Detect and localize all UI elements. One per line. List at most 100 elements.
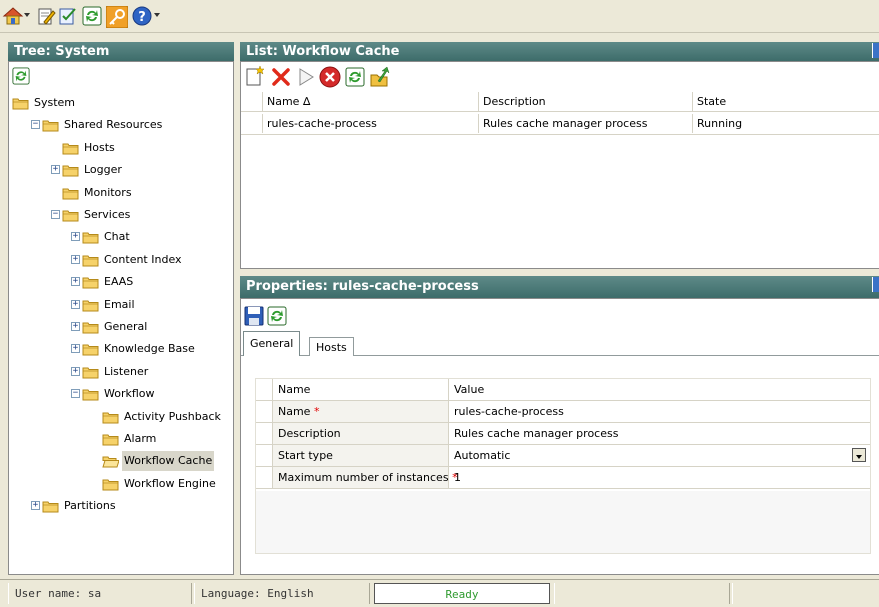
folder-icon: [102, 478, 119, 491]
tree-item[interactable]: + Partitions: [9, 496, 233, 516]
tree-item[interactable]: + Logger: [9, 160, 233, 180]
required-marker: *: [313, 405, 320, 418]
tree-expander-icon[interactable]: +: [71, 299, 80, 309]
property-value[interactable]: Automatic: [448, 445, 870, 466]
list-refresh-icon[interactable]: [345, 67, 365, 87]
properties-panel-title: Properties: rules-cache-process: [246, 279, 479, 294]
property-row[interactable]: Description Rules cache manager process: [256, 423, 870, 445]
property-name-text: Maximum number of instances: [278, 471, 449, 484]
prop-header-value: Value: [448, 379, 870, 400]
tree-expander-icon[interactable]: +: [71, 254, 80, 264]
property-row[interactable]: Start type Automatic: [256, 445, 870, 467]
tree-item-label: Workflow Cache: [122, 451, 215, 472]
export-icon[interactable]: [369, 66, 391, 88]
stop-icon[interactable]: [319, 66, 341, 88]
tree-expander-icon[interactable]: +: [71, 344, 80, 354]
row-selector[interactable]: [241, 114, 262, 133]
prop-row-selector[interactable]: [256, 445, 272, 466]
tree-item[interactable]: System: [9, 93, 233, 113]
checklist-icon[interactable]: [58, 6, 78, 26]
tree-item[interactable]: − Workflow: [9, 384, 233, 404]
folder-icon: [82, 321, 99, 334]
list-panel: Name ∆ Description State rules-cache-pro…: [240, 61, 879, 269]
tree-item-label: Monitors: [84, 185, 132, 199]
tree-item[interactable]: + Listener: [9, 362, 233, 382]
tree-expander-icon[interactable]: −: [31, 120, 40, 130]
svg-text:?: ?: [138, 10, 146, 25]
column-header-description[interactable]: Description: [478, 92, 692, 111]
status-cell-empty-2: [732, 583, 879, 604]
home-icon[interactable]: [2, 6, 24, 26]
property-name-text: Description: [278, 427, 341, 440]
tree-expander-icon[interactable]: +: [71, 232, 80, 242]
new-item-icon[interactable]: [245, 65, 265, 87]
tree-panel-header: Tree: System: [8, 42, 234, 61]
column-header-name[interactable]: Name ∆: [262, 92, 478, 111]
list-panel-resize-icon[interactable]: [872, 43, 879, 58]
row-state-cell: Running: [692, 114, 879, 133]
tree-item[interactable]: Workflow Cache: [9, 451, 233, 472]
tree-item[interactable]: Hosts: [9, 138, 233, 158]
folder-icon: [62, 164, 79, 177]
start-icon[interactable]: [297, 67, 315, 87]
property-row[interactable]: Name * rules-cache-process: [256, 401, 870, 423]
tree-expander-icon[interactable]: +: [71, 366, 80, 376]
column-header-state[interactable]: State: [692, 92, 879, 111]
prop-row-selector[interactable]: [256, 423, 272, 444]
tree-item-label: Knowledge Base: [104, 342, 195, 356]
key-icon[interactable]: [105, 5, 129, 29]
tab-hosts[interactable]: Hosts: [309, 337, 354, 356]
tree-item[interactable]: + Chat: [9, 227, 233, 247]
edit-icon[interactable]: [36, 6, 56, 26]
tree-item[interactable]: + Content Index: [9, 250, 233, 270]
save-icon[interactable]: [244, 305, 264, 327]
tree-expander-icon[interactable]: +: [71, 277, 80, 287]
properties-grid-header: Name Value: [256, 379, 870, 401]
properties-refresh-icon[interactable]: [267, 306, 287, 326]
properties-panel-resize-icon[interactable]: [872, 277, 879, 292]
property-value[interactable]: 1: [448, 467, 870, 488]
tree-item-label: Hosts: [84, 140, 115, 154]
table-row[interactable]: rules-cache-process Rules cache manager …: [241, 113, 879, 135]
tree-item-label: Workflow Engine: [124, 476, 216, 490]
tree-item[interactable]: + General: [9, 317, 233, 337]
property-name-text: Start type: [278, 449, 333, 462]
property-value[interactable]: Rules cache manager process: [448, 423, 870, 444]
property-value-text: Rules cache manager process: [454, 427, 619, 440]
tree-expander-icon[interactable]: +: [71, 322, 80, 331]
home-dropdown-icon[interactable]: [24, 13, 30, 17]
tree-item[interactable]: − Services: [9, 205, 233, 225]
prop-row-selector[interactable]: [256, 401, 272, 422]
tree-item[interactable]: Workflow Engine: [9, 474, 233, 494]
refresh-icon[interactable]: [82, 6, 102, 26]
folder-icon: [82, 388, 99, 401]
tree-expander-icon[interactable]: +: [51, 165, 60, 175]
properties-grid-area: Name Value Name * rules-cache-process Desc…: [255, 378, 871, 554]
tree-item[interactable]: Activity Pushback: [9, 407, 233, 427]
tree-item-label: Services: [84, 208, 131, 221]
help-icon[interactable]: ?: [132, 6, 152, 26]
property-row[interactable]: Maximum number of instances * 1: [256, 467, 870, 489]
tree-item[interactable]: + Email: [9, 295, 233, 315]
delete-icon[interactable]: [271, 67, 291, 87]
tree-item-label: Chat: [104, 230, 130, 244]
tree-expander-icon[interactable]: +: [31, 501, 40, 511]
tree-item[interactable]: Alarm: [9, 429, 233, 449]
tab-general[interactable]: General: [243, 331, 301, 356]
chevron-down-icon[interactable]: [852, 448, 866, 462]
tree-expander-icon[interactable]: −: [51, 210, 60, 219]
help-dropdown-icon[interactable]: [154, 13, 160, 17]
tree-expander-icon[interactable]: −: [71, 389, 80, 399]
property-value[interactable]: rules-cache-process: [448, 401, 870, 422]
tree-item[interactable]: Monitors: [9, 183, 233, 203]
tree-item[interactable]: − Shared Resources: [9, 115, 233, 135]
tree-refresh-icon[interactable]: [12, 67, 30, 85]
property-value-text: Automatic: [454, 449, 511, 462]
tree-item[interactable]: + EAAS: [9, 272, 233, 292]
prop-row-selector[interactable]: [256, 467, 272, 488]
property-name: Name *: [272, 401, 448, 422]
property-value-text: 1: [454, 471, 461, 484]
tree-item[interactable]: + Knowledge Base: [9, 339, 233, 359]
tree-item-label: Activity Pushback: [124, 409, 221, 423]
folder-icon: [82, 299, 99, 312]
